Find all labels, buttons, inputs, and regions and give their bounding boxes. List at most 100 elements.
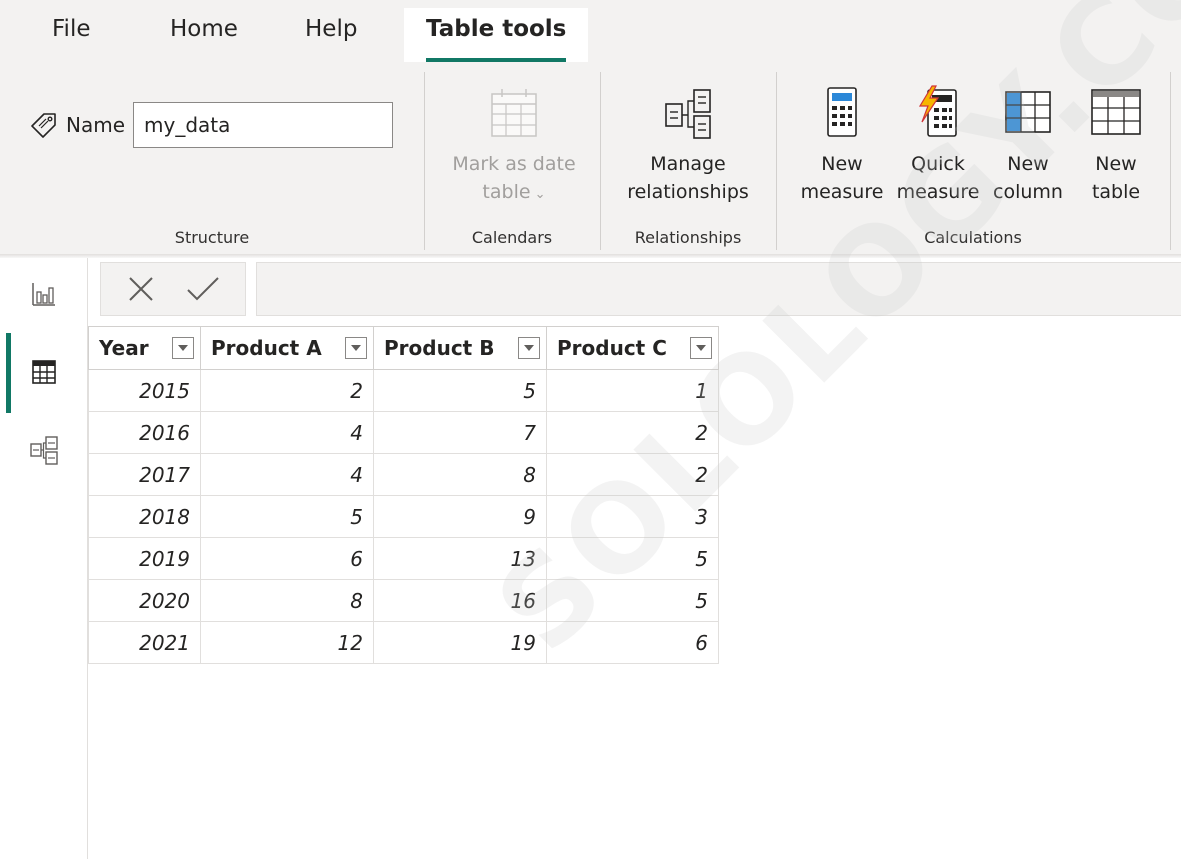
- chevron-down-icon: [696, 345, 706, 351]
- table-cell[interactable]: 16: [373, 579, 547, 622]
- table-cell[interactable]: 4: [200, 411, 374, 454]
- manage-relationships-button[interactable]: Manage relationships: [608, 84, 768, 206]
- new-table-button[interactable]: New table: [1074, 84, 1158, 206]
- table-cell[interactable]: 13: [373, 537, 547, 580]
- column-header-product-c[interactable]: Product C: [546, 326, 719, 370]
- filter-dropdown-button[interactable]: [690, 337, 712, 359]
- manage-relationships-label-1: Manage: [650, 153, 726, 175]
- table-cell[interactable]: 2018: [88, 495, 201, 538]
- ribbon-divider: [424, 72, 425, 250]
- table-name-input[interactable]: [133, 102, 394, 148]
- tag-icon: [31, 113, 56, 138]
- calendar-icon: [491, 89, 537, 137]
- quick-measure-label: Quick measure: [896, 153, 980, 203]
- left-nav: [0, 258, 88, 859]
- ribbon-divider: [776, 72, 777, 250]
- table-cell[interactable]: 7: [373, 411, 547, 454]
- menu-tab-table-tools-label: Table tools: [426, 16, 567, 42]
- relationships-icon: [665, 89, 711, 139]
- table-cell[interactable]: 2017: [88, 453, 201, 496]
- table-cell[interactable]: 4: [200, 453, 374, 496]
- new-table-icon: [1091, 89, 1141, 135]
- report-view-icon: [32, 283, 55, 306]
- group-label-calculations: Calculations: [924, 228, 1022, 247]
- table-row: 2019 6 13 5: [88, 537, 719, 580]
- table-cell[interactable]: 2021: [88, 621, 201, 664]
- ribbon-divider: [1170, 72, 1171, 250]
- mark-as-date-label-2: table ⌄: [482, 181, 546, 203]
- menu-tab-help[interactable]: Help: [305, 16, 357, 42]
- table-header-row: Year Product A Product B Product C: [88, 326, 719, 370]
- mark-as-date-table-button[interactable]: Mark as date table ⌄: [436, 84, 592, 209]
- column-header-label: Product B: [384, 336, 495, 360]
- filter-dropdown-button[interactable]: [345, 337, 367, 359]
- chevron-down-icon: [178, 345, 188, 351]
- nav-model-view[interactable]: [0, 422, 88, 478]
- menu-tab-table-tools[interactable]: Table tools: [404, 8, 589, 62]
- table-cell[interactable]: 6: [546, 621, 719, 664]
- table-cell[interactable]: 2: [546, 453, 719, 496]
- ribbon: Name Structure Mark as date table ⌄ Cale…: [0, 62, 1181, 258]
- filter-dropdown-button[interactable]: [172, 337, 194, 359]
- table-cell[interactable]: 2020: [88, 579, 201, 622]
- table-row: 2017 4 8 2: [88, 453, 719, 496]
- formula-input[interactable]: [256, 262, 1181, 316]
- new-measure-label: New measure: [800, 153, 884, 203]
- table-cell[interactable]: 5: [200, 495, 374, 538]
- table-cell[interactable]: 1: [546, 369, 719, 412]
- table-view-icon: [32, 360, 56, 384]
- new-column-button[interactable]: New column: [986, 84, 1070, 206]
- nav-report-view[interactable]: [0, 266, 88, 322]
- filter-dropdown-button[interactable]: [518, 337, 540, 359]
- table-cell[interactable]: 2: [546, 411, 719, 454]
- table-row: 2015 2 5 1: [88, 369, 719, 412]
- table-cell[interactable]: 19: [373, 621, 547, 664]
- menu-bar: File Home Help Table tools: [0, 0, 1181, 62]
- close-icon[interactable]: [124, 272, 158, 306]
- quick-measure-button[interactable]: Quick measure: [890, 84, 986, 206]
- group-label-calendars: Calendars: [471, 228, 553, 247]
- table-cell[interactable]: 6: [200, 537, 374, 580]
- name-row: Name: [30, 102, 394, 148]
- table-cell[interactable]: 2: [200, 369, 374, 412]
- name-label: Name: [66, 113, 126, 137]
- quick-measure-icon: [918, 85, 957, 137]
- new-column-icon: [1005, 91, 1051, 133]
- new-table-label: New table: [1091, 153, 1141, 203]
- column-header-label: Product C: [557, 336, 667, 360]
- table-cell[interactable]: 5: [546, 579, 719, 622]
- table-row: 2018 5 9 3: [88, 495, 719, 538]
- table-cell[interactable]: 3: [546, 495, 719, 538]
- column-header-product-b[interactable]: Product B: [373, 326, 547, 370]
- column-header-label: Year: [99, 336, 149, 360]
- model-view-icon: [30, 436, 58, 465]
- table-cell[interactable]: 8: [200, 579, 374, 622]
- table-cell[interactable]: 9: [373, 495, 547, 538]
- table-cell[interactable]: 2019: [88, 537, 201, 580]
- group-label-structure: Structure: [174, 228, 250, 247]
- check-icon[interactable]: [184, 272, 222, 306]
- nav-table-view[interactable]: [0, 344, 88, 400]
- ribbon-divider: [600, 72, 601, 250]
- column-header-label: Product A: [211, 336, 322, 360]
- mark-as-date-label-1: Mark as date: [452, 153, 576, 175]
- calculator-icon: [827, 87, 857, 137]
- column-header-year[interactable]: Year: [88, 326, 201, 370]
- table-row: 2020 8 16 5: [88, 579, 719, 622]
- new-column-label: New column: [993, 153, 1063, 203]
- chevron-down-icon: [524, 345, 534, 351]
- column-header-product-a[interactable]: Product A: [200, 326, 374, 370]
- table-cell[interactable]: 5: [546, 537, 719, 580]
- table-cell[interactable]: 12: [200, 621, 374, 664]
- menu-tab-home[interactable]: Home: [170, 16, 238, 42]
- table-cell[interactable]: 2016: [88, 411, 201, 454]
- table-cell[interactable]: 5: [373, 369, 547, 412]
- new-measure-button[interactable]: New measure: [794, 84, 890, 206]
- chevron-down-icon: ⌄: [530, 187, 546, 202]
- table-cell[interactable]: 2015: [88, 369, 201, 412]
- table-cell[interactable]: 8: [373, 453, 547, 496]
- menu-tab-file[interactable]: File: [52, 16, 91, 42]
- data-table: Year Product A Product B Product C 2015 …: [88, 326, 719, 664]
- table-row: 2016 4 7 2: [88, 411, 719, 454]
- formula-bar-buttons: [100, 262, 246, 316]
